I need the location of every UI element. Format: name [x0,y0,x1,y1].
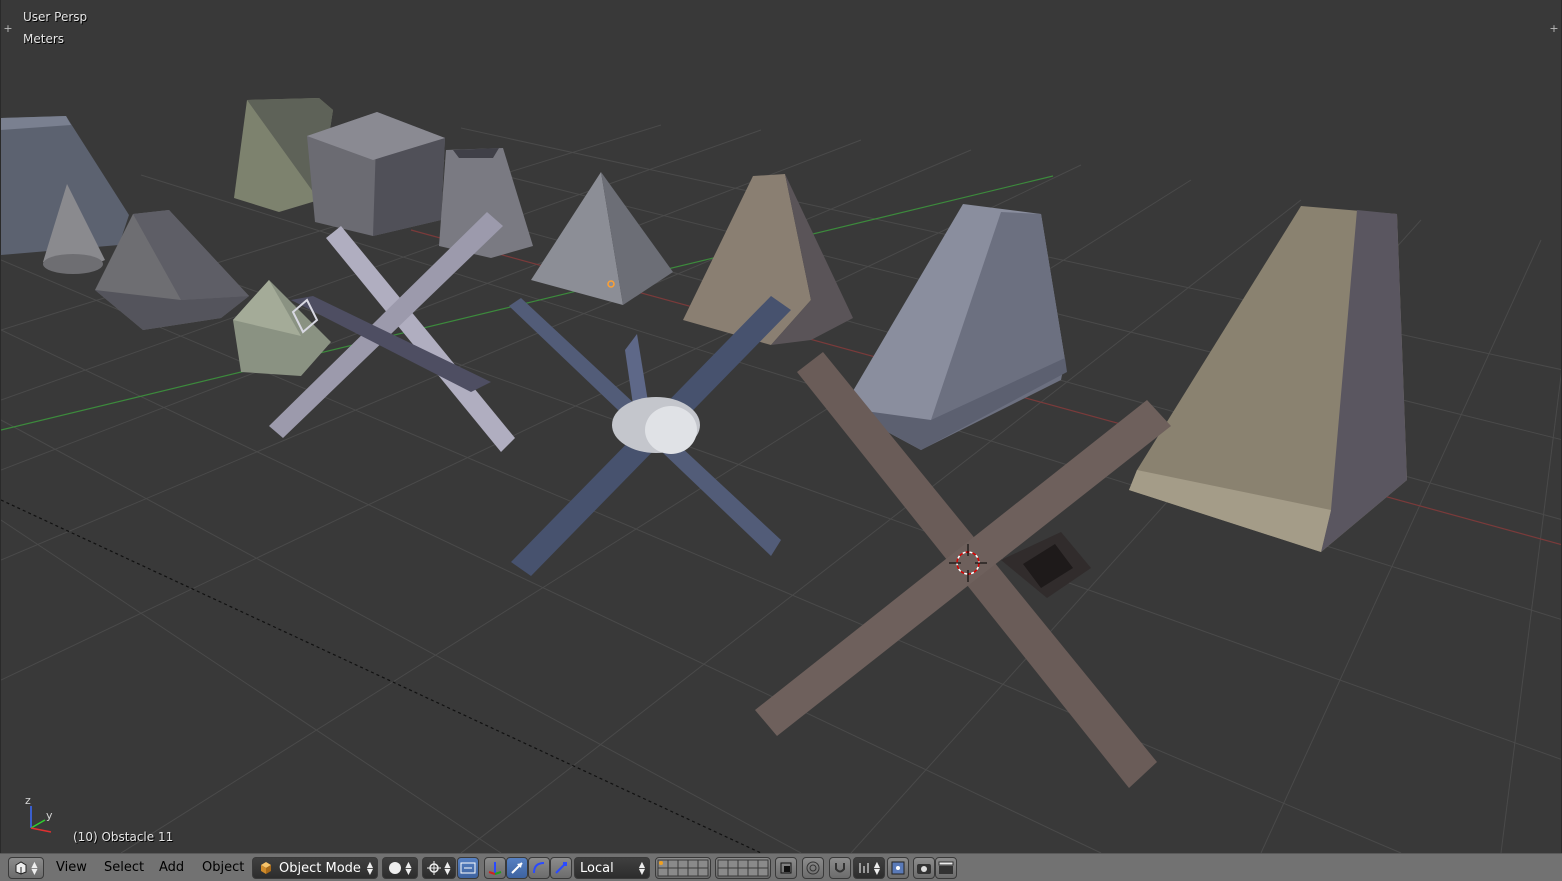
center-points-icon [460,862,476,874]
rotate-arc-icon [533,862,545,874]
menu-view[interactable]: View [56,860,87,875]
snap-increment-icon [859,863,869,873]
viewport-header: ▲ ▼ View Select Add Object Object Mode ▲ ▼… [0,853,1562,881]
snap-element-select[interactable]: ▲ ▼ [853,857,885,879]
render-animation-button[interactable] [935,857,957,879]
camera-frustum-line [1,499,762,853]
obstacle-dragon-tooth-right[interactable] [1129,206,1407,552]
snap-target-icon [891,861,905,875]
clapperboard-icon [938,861,954,874]
solid-sphere-icon [389,862,402,874]
menu-object[interactable]: Object [202,860,244,875]
axis-y-label: y [46,809,53,822]
chevron-updown-icon: ▲ ▼ [31,860,38,876]
pivot-point-select[interactable]: ▲ ▼ [422,857,456,879]
mode-select[interactable]: Object Mode ▲ ▼ [252,857,378,879]
layer-buttons-group-1[interactable] [655,857,711,879]
menu-select[interactable]: Select [104,860,144,875]
layer-lock-icon [780,862,792,874]
scale-manipulator-button[interactable] [550,857,572,879]
units-label: Meters [23,32,65,46]
manipulator-toggle-button[interactable] [484,857,506,879]
proportional-circle-icon [806,861,820,875]
mode-label: Object Mode [279,860,361,876]
lock-camera-layers-button[interactable] [775,857,797,879]
view-label: User Persp [23,10,88,24]
editor-type-button[interactable]: ▲ ▼ [8,857,44,879]
obstacle-dragon-tooth-mid[interactable] [843,204,1067,450]
viewport-shading-select[interactable]: ▲ ▼ [382,857,418,879]
active-object-label: (10) Obstacle 11 [73,830,174,844]
magnet-icon [835,863,845,873]
chevron-updown-icon: ▲ ▼ [366,860,373,876]
3d-viewport[interactable]: z y User Persp Meters (10) Obstacle 11 +… [0,0,1562,853]
translate-arrow-icon [511,862,523,874]
obstacle-frustum-back-2[interactable] [307,112,445,236]
chevron-updown-icon: ▲ ▼ [638,860,645,876]
proportional-edit-button[interactable] [802,857,824,879]
layer-buttons-group-2[interactable] [715,857,771,879]
chevron-updown-icon: ▲ ▼ [405,860,412,876]
menu-add[interactable]: Add [159,860,184,875]
camera-icon [917,864,931,874]
manipulate-center-button[interactable] [457,857,479,879]
3d-view-icon [15,861,27,875]
cube-icon [261,862,271,874]
scene-render[interactable]: z y [1,0,1562,853]
snap-toggle-button[interactable] [829,857,851,879]
pivot-point-icon [427,861,442,875]
region-split-left-icon[interactable]: + [3,23,13,34]
transform-axes-icon [488,862,502,875]
layers-grid-icon [657,859,709,877]
snap-target-button[interactable] [887,857,909,879]
render-opengl-button[interactable] [913,857,935,879]
translate-manipulator-button[interactable] [506,857,528,879]
transform-orientation-select[interactable]: Local ▲ ▼ [574,857,650,879]
rotate-manipulator-button[interactable] [528,857,550,879]
chevron-updown-icon: ▲ ▼ [444,860,451,876]
hedgehog-middle[interactable] [509,296,791,576]
transform-orientation-label: Local [580,860,614,876]
chevron-updown-icon: ▲ ▼ [873,860,881,876]
layers-grid-icon [717,859,769,877]
obstacle-cone-green[interactable] [233,280,331,376]
axis-z-label: z [25,794,31,807]
region-split-right-icon[interactable]: + [1549,23,1559,34]
scale-handle-icon [555,862,567,874]
